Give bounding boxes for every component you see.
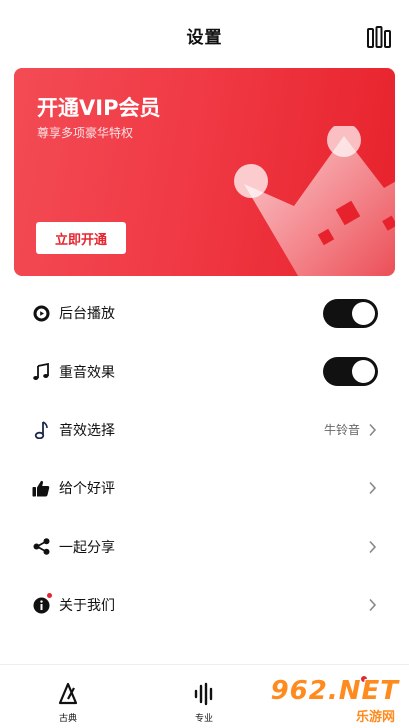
watermark-brand: 962.NET — [270, 676, 399, 706]
metronome-icon — [58, 682, 78, 705]
header: 设置 — [0, 0, 409, 70]
vip-banner[interactable]: 开通VIP会员 尊享多项豪华特权 立即开通 — [14, 68, 395, 276]
watermark-logo: 962.NET 乐游网 — [270, 676, 403, 725]
setting-label: 重音效果 — [59, 364, 115, 381]
tab-classic[interactable]: 古典 — [18, 665, 118, 728]
row-right — [368, 576, 377, 634]
background-play-toggle[interactable] — [323, 299, 378, 328]
row-right — [368, 459, 377, 517]
play-circle-icon — [32, 304, 50, 322]
setting-accent-effect: 重音效果 — [0, 342, 409, 400]
row-right — [368, 518, 377, 576]
open-vip-button[interactable]: 立即开通 — [36, 222, 126, 254]
setting-rate-us[interactable]: 给个好评 — [0, 459, 409, 517]
tab-label: 古典 — [58, 714, 77, 724]
notification-dot — [47, 593, 52, 599]
accent-effect-toggle[interactable] — [323, 357, 378, 387]
waveform-icon — [194, 682, 213, 706]
toggle-knob — [352, 360, 375, 384]
setting-label: 后台播放 — [59, 306, 115, 323]
settings-screen: 设置 开通VIP会员 尊享多项豪华特权 立即开通 后台播放 重音效果 音效选择 … — [0, 0, 409, 728]
crown-icon — [234, 126, 395, 276]
music-note-icon — [32, 362, 50, 381]
chevron-right-icon — [369, 599, 377, 612]
chevron-right-icon — [369, 423, 377, 437]
page-title: 设置 — [186, 27, 223, 48]
setting-label: 一起分享 — [59, 539, 115, 556]
setting-about-us[interactable]: 关于我们 — [0, 576, 409, 634]
note-icon — [32, 421, 50, 439]
setting-label: 给个好评 — [59, 481, 115, 498]
chevron-right-icon — [369, 482, 377, 495]
thumbs-up-icon — [32, 479, 50, 497]
share-icon — [32, 538, 50, 556]
equalizer-icon[interactable] — [367, 26, 391, 48]
setting-background-play: 后台播放 — [0, 284, 409, 342]
vip-subtitle: 尊享多项豪华特权 — [37, 126, 134, 140]
info-icon — [32, 593, 52, 614]
setting-label: 关于我们 — [59, 598, 115, 615]
tab-pro[interactable]: 专业 — [154, 665, 254, 728]
row-right: 牛铃音 — [324, 401, 377, 459]
vip-title: 开通VIP会员 — [37, 96, 161, 120]
setting-share[interactable]: 一起分享 — [0, 518, 409, 576]
chevron-right-icon — [369, 540, 377, 553]
settings-list: 后台播放 重音效果 音效选择 牛铃音 给个好评 一起分享 关于我们 — [0, 284, 409, 634]
sound-value: 牛铃音 — [323, 423, 360, 438]
setting-sound-select[interactable]: 音效选择 牛铃音 — [0, 401, 409, 459]
setting-label: 音效选择 — [59, 422, 115, 439]
tab-label: 专业 — [194, 714, 213, 724]
watermark-sub: 乐游网 — [355, 710, 395, 725]
toggle-knob — [352, 302, 375, 325]
